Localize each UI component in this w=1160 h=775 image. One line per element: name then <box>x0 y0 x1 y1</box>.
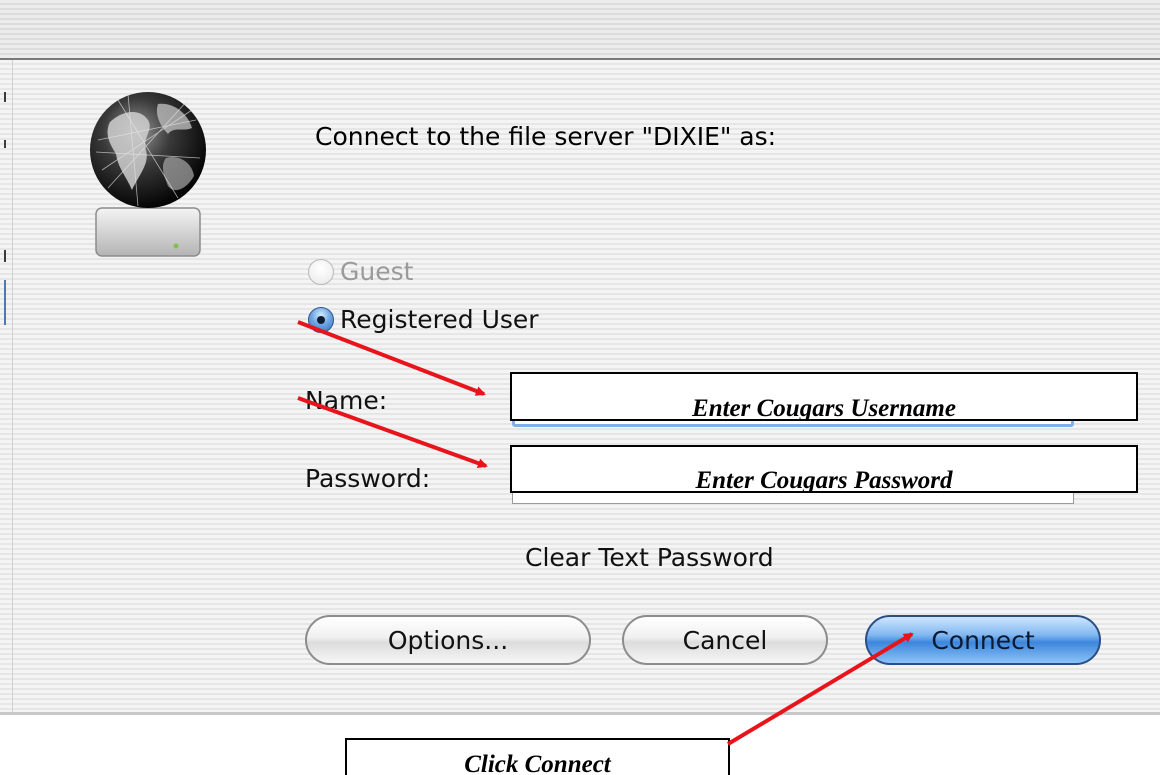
edge-mark <box>4 280 6 325</box>
registered-user-radio-button[interactable] <box>308 306 334 333</box>
window-left-edge <box>0 60 13 715</box>
connect-dialog: Connect to the file server "DIXIE" as: G… <box>0 0 1160 715</box>
cancel-button[interactable]: Cancel <box>622 615 828 665</box>
connect-callout-text: Click Connect <box>464 751 611 775</box>
connect-prompt: Connect to the file server "DIXIE" as: <box>315 122 777 151</box>
name-label: Name: <box>305 386 388 415</box>
password-label: Password: <box>305 464 431 493</box>
edge-mark <box>4 250 6 262</box>
password-callout: Enter Cougars Password <box>510 445 1138 493</box>
dialog-bottom-edge <box>0 712 1160 715</box>
connect-callout: Click Connect <box>345 738 730 775</box>
password-callout-text: Enter Cougars Password <box>695 467 953 493</box>
username-callout: Enter Cougars Username <box>510 372 1138 421</box>
dialog-titlebar <box>0 0 1160 60</box>
clear-text-password-note: Clear Text Password <box>525 543 774 572</box>
guest-radio-option: Guest <box>308 257 413 286</box>
registered-user-radio-option[interactable]: Registered User <box>308 305 539 334</box>
edge-mark <box>4 140 6 148</box>
guest-radio-button <box>308 258 334 285</box>
guest-radio-label: Guest <box>340 257 414 286</box>
edge-mark <box>4 92 6 102</box>
options-button[interactable]: Options... <box>305 615 591 665</box>
registered-user-radio-label[interactable]: Registered User <box>340 305 539 334</box>
connect-button[interactable]: Connect <box>865 615 1101 665</box>
globe-server-icon <box>90 92 206 257</box>
username-callout-text: Enter Cougars Username <box>692 395 956 421</box>
